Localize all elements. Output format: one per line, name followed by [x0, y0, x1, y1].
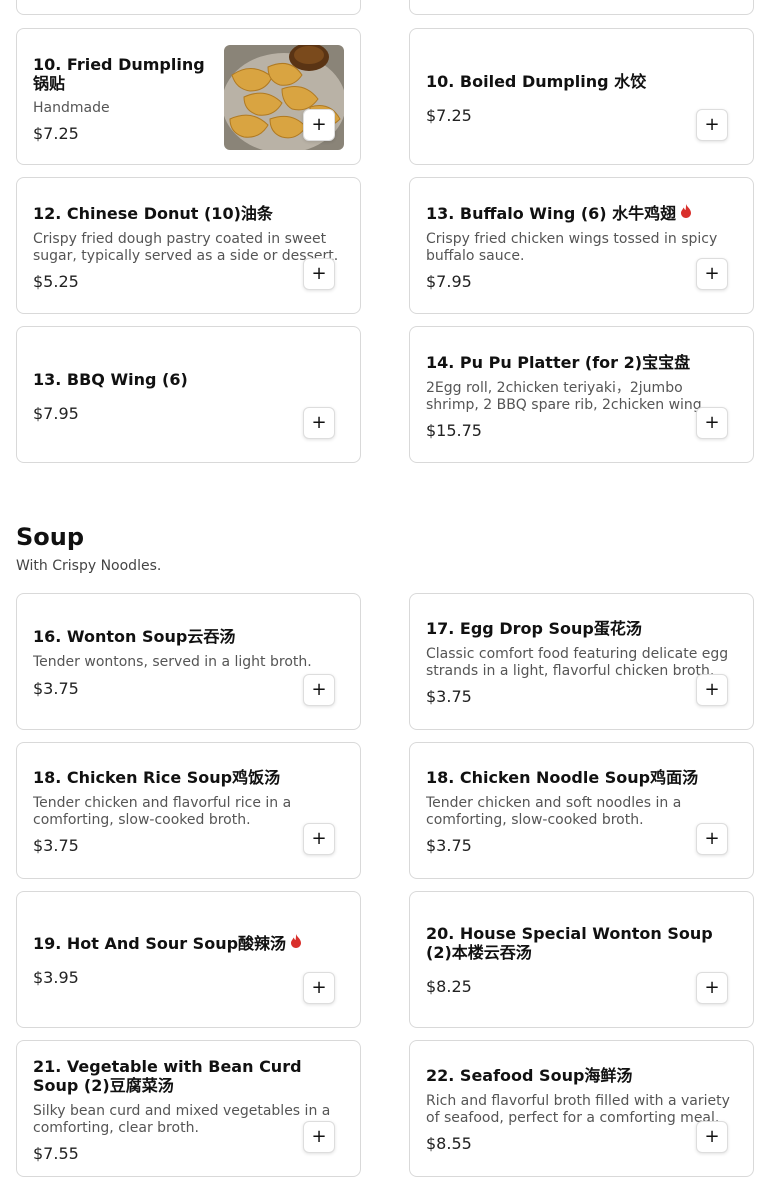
plus-icon: + — [311, 263, 327, 284]
add-to-cart-button[interactable]: + — [696, 258, 728, 290]
menu-item-card[interactable]: 18. Chicken Rice Soup鸡饭汤 Tender chicken … — [16, 742, 361, 879]
item-title: 12. Chinese Donut (10)油条 — [33, 204, 273, 223]
item-title: 17. Egg Drop Soup蛋花汤 — [426, 619, 642, 638]
item-price: $7.95 — [426, 272, 472, 291]
item-description: 2Egg roll, 2chicken teriyaki，2jumbo shri… — [426, 380, 707, 413]
menu-item-card-partial[interactable] — [16, 0, 361, 15]
item-price: $8.55 — [426, 1134, 472, 1153]
item-title: 10. Boiled Dumpling 水饺 — [426, 72, 647, 91]
item-title: 13. BBQ Wing (6) — [33, 370, 188, 389]
plus-icon: + — [311, 679, 327, 700]
item-price: $3.75 — [426, 836, 472, 855]
menu-item-card[interactable]: 16. Wonton Soup云吞汤 Tender wontons, serve… — [16, 593, 361, 730]
menu-item-card[interactable]: 17. Egg Drop Soup蛋花汤 Classic comfort foo… — [409, 593, 754, 730]
item-price: $7.55 — [33, 1144, 79, 1163]
item-title: 18. Chicken Noodle Soup鸡面汤 — [426, 768, 699, 787]
plus-icon: + — [704, 679, 720, 700]
menu-item-card[interactable]: 18. Chicken Noodle Soup鸡面汤 Tender chicke… — [409, 742, 754, 879]
add-to-cart-button[interactable]: + — [303, 407, 335, 439]
plus-icon: + — [311, 114, 327, 135]
plus-icon: + — [311, 828, 327, 849]
item-description: Rich and flavorful broth filled with a v… — [426, 1093, 730, 1126]
menu-item-card[interactable]: 14. Pu Pu Platter (for 2)宝宝盘 2Egg roll, … — [409, 326, 754, 463]
item-description: Tender chicken and flavorful rice in a c… — [33, 795, 292, 828]
item-title: 18. Chicken Rice Soup鸡饭汤 — [33, 768, 281, 787]
add-to-cart-button[interactable]: + — [303, 972, 335, 1004]
plus-icon: + — [311, 977, 327, 998]
item-title: 19. Hot And Sour Soup酸辣汤 — [33, 933, 302, 953]
plus-icon: + — [704, 828, 720, 849]
add-to-cart-button[interactable]: + — [696, 407, 728, 439]
plus-icon: + — [704, 114, 720, 135]
item-price: $15.75 — [426, 421, 482, 440]
menu-item-card[interactable]: 21. Vegetable with Bean Curd Soup (2)豆腐菜… — [16, 1040, 361, 1177]
add-to-cart-button[interactable]: + — [303, 258, 335, 290]
menu-item-card[interactable]: 19. Hot And Sour Soup酸辣汤 $3.95 + — [16, 891, 361, 1028]
chili-flame-icon — [290, 933, 302, 952]
add-to-cart-button[interactable]: + — [696, 674, 728, 706]
plus-icon: + — [704, 412, 720, 433]
plus-icon: + — [704, 977, 720, 998]
item-description: Classic comfort food featuring delicate … — [426, 646, 729, 679]
item-price: $7.25 — [33, 124, 79, 143]
plus-icon: + — [311, 412, 327, 433]
section-subtitle: With Crispy Noodles. — [16, 558, 162, 574]
item-title: 16. Wonton Soup云吞汤 — [33, 627, 236, 646]
add-to-cart-button[interactable]: + — [303, 1121, 335, 1153]
menu-item-card[interactable]: 10. Boiled Dumpling 水饺 $7.25 + — [409, 28, 754, 165]
menu-item-card[interactable]: 13. BBQ Wing (6) $7.95 + — [16, 326, 361, 463]
plus-icon: + — [704, 263, 720, 284]
item-description: Tender wontons, served in a light broth. — [33, 654, 312, 670]
add-to-cart-button[interactable]: + — [303, 109, 335, 141]
item-description: Tender chicken and soft noodles in a com… — [426, 795, 682, 828]
item-title: 14. Pu Pu Platter (for 2)宝宝盘 — [426, 353, 691, 372]
item-title: 10. Fried Dumpling 锅贴 — [33, 55, 205, 93]
item-price: $8.25 — [426, 977, 472, 996]
add-to-cart-button[interactable]: + — [696, 109, 728, 141]
add-to-cart-button[interactable]: + — [303, 674, 335, 706]
item-title: 21. Vegetable with Bean Curd Soup (2)豆腐菜… — [33, 1057, 302, 1095]
menu-item-card[interactable]: 20. House Special Wonton Soup (2)本楼云吞汤 $… — [409, 891, 754, 1028]
item-price: $3.95 — [33, 968, 79, 987]
plus-icon: + — [311, 1126, 327, 1147]
item-price: $5.25 — [33, 272, 79, 291]
item-price: $3.75 — [33, 679, 79, 698]
item-description: Crispy fried dough pastry coated in swee… — [33, 231, 339, 264]
menu-item-card[interactable]: 13. Buffalo Wing (6) 水牛鸡翅 Crispy fried c… — [409, 177, 754, 314]
add-to-cart-button[interactable]: + — [696, 823, 728, 855]
item-price: $3.75 — [33, 836, 79, 855]
item-price: $7.25 — [426, 106, 472, 125]
menu-item-card[interactable]: 22. Seafood Soup海鲜汤 Rich and flavorful b… — [409, 1040, 754, 1177]
add-to-cart-button[interactable]: + — [303, 823, 335, 855]
chili-flame-icon — [680, 203, 692, 222]
item-title: 22. Seafood Soup海鲜汤 — [426, 1066, 633, 1085]
menu-item-card[interactable]: 12. Chinese Donut (10)油条 Crispy fried do… — [16, 177, 361, 314]
section-title: Soup — [16, 523, 85, 551]
item-description: Crispy fried chicken wings tossed in spi… — [426, 231, 718, 264]
menu-item-card[interactable]: 10. Fried Dumpling 锅贴 Handmade $7.25 + — [16, 28, 361, 165]
item-title: 20. House Special Wonton Soup (2)本楼云吞汤 — [426, 924, 713, 962]
plus-icon: + — [704, 1126, 720, 1147]
menu-item-card-partial[interactable] — [409, 0, 754, 15]
add-to-cart-button[interactable]: + — [696, 972, 728, 1004]
item-price: $3.75 — [426, 687, 472, 706]
add-to-cart-button[interactable]: + — [696, 1121, 728, 1153]
item-title: 13. Buffalo Wing (6) 水牛鸡翅 — [426, 203, 692, 223]
item-price: $7.95 — [33, 404, 79, 423]
item-description: Silky bean curd and mixed vegetables in … — [33, 1103, 331, 1136]
